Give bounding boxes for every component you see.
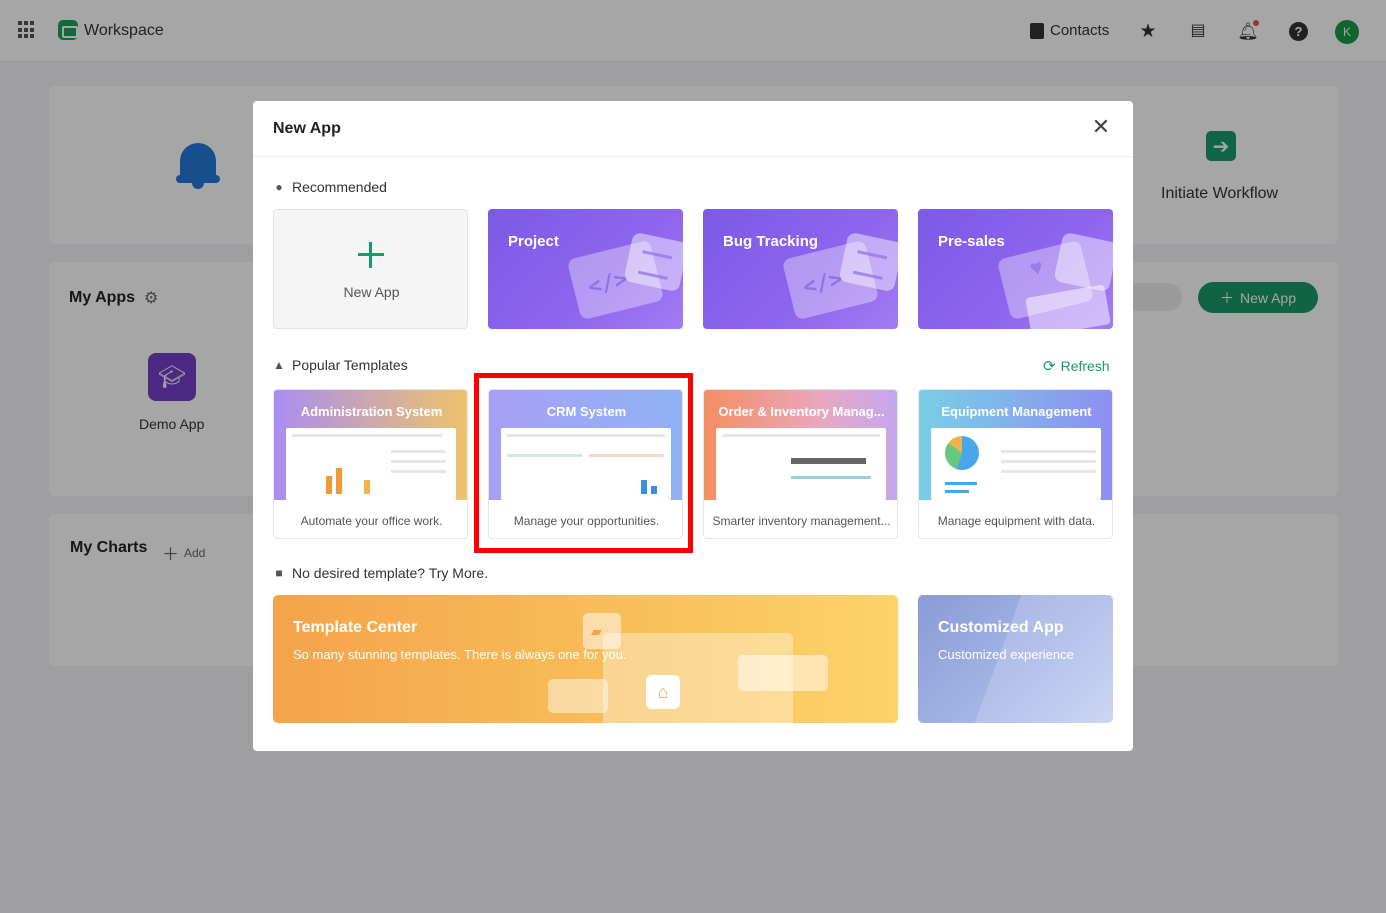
- project-tile[interactable]: </> Project: [488, 209, 683, 329]
- refresh-label: Refresh: [1060, 358, 1110, 374]
- template-card-equipment[interactable]: Equipment Management Manage equipment wi…: [918, 389, 1113, 539]
- template-title: Administration System: [300, 404, 443, 419]
- popular-label: Popular Templates: [292, 357, 408, 373]
- refresh-icon: ⟳: [1043, 358, 1056, 375]
- template-preview: [931, 428, 1101, 500]
- template-description: Manage equipment with data.: [937, 514, 1096, 528]
- customized-app-subtitle: Customized experience: [938, 647, 1074, 662]
- template-description: Smarter inventory management...: [712, 514, 891, 528]
- close-icon[interactable]: ✕: [1089, 115, 1113, 139]
- new-app-tile[interactable]: New App: [273, 209, 468, 329]
- template-description: Automate your office work.: [300, 514, 443, 528]
- thumbs-up-icon: ▲: [273, 358, 285, 372]
- crm-highlight-box: [474, 373, 693, 553]
- more-templates-heading: ■ No desired template? Try More.: [273, 565, 488, 581]
- template-title: Equipment Management: [941, 404, 1092, 419]
- illustration: [548, 679, 608, 713]
- template-preview: [716, 428, 886, 500]
- tile-label: Project: [508, 233, 559, 250]
- template-banner: Order & Inventory Manag...: [704, 390, 897, 500]
- illustration: [738, 655, 828, 691]
- template-card-administration[interactable]: Administration System Automate your offi…: [273, 389, 468, 539]
- template-preview: [286, 428, 456, 500]
- template-banner: Administration System: [274, 390, 467, 500]
- template-center-title: Template Center: [293, 619, 418, 636]
- modal-header: New App ✕: [253, 101, 1133, 157]
- template-title: Order & Inventory Manag...: [718, 404, 885, 419]
- pre-sales-tile[interactable]: ♥ Pre-sales: [918, 209, 1113, 329]
- popular-templates-heading: ▲ Popular Templates: [273, 357, 408, 373]
- recommended-label: Recommended: [292, 179, 387, 195]
- new-app-modal: New App ✕ ● Recommended New App </> Proj…: [253, 101, 1133, 751]
- recommended-heading: ● Recommended: [273, 179, 387, 195]
- template-center-tile[interactable]: ▰ ⌂ Template Center So many stunning tem…: [273, 595, 898, 723]
- refresh-button[interactable]: ⟳ Refresh: [1043, 357, 1110, 375]
- plus-icon: [356, 240, 386, 270]
- cube-icon: ■: [275, 566, 283, 580]
- tile-label: New App: [343, 284, 400, 300]
- more-label: No desired template? Try More.: [292, 565, 489, 581]
- bug-tracking-tile[interactable]: </> Bug Tracking: [703, 209, 898, 329]
- illustration: [583, 613, 621, 649]
- truck-icon: ▰: [591, 623, 602, 639]
- template-banner: Equipment Management: [919, 390, 1112, 500]
- lightbulb-icon: ●: [275, 180, 283, 194]
- pie-icon: [945, 436, 979, 470]
- customized-app-title: Customized App: [938, 619, 1064, 636]
- modal-title: New App: [273, 120, 341, 137]
- template-center-subtitle: So many stunning templates. There is alw…: [293, 647, 627, 662]
- tile-label: Bug Tracking: [723, 233, 819, 250]
- customized-app-tile[interactable]: Customized App Customized experience: [918, 595, 1113, 723]
- template-card-order-inventory[interactable]: Order & Inventory Manag... Smarter inven…: [703, 389, 898, 539]
- tile-label: Pre-sales: [938, 233, 1005, 250]
- shop-icon: ⌂: [646, 675, 680, 709]
